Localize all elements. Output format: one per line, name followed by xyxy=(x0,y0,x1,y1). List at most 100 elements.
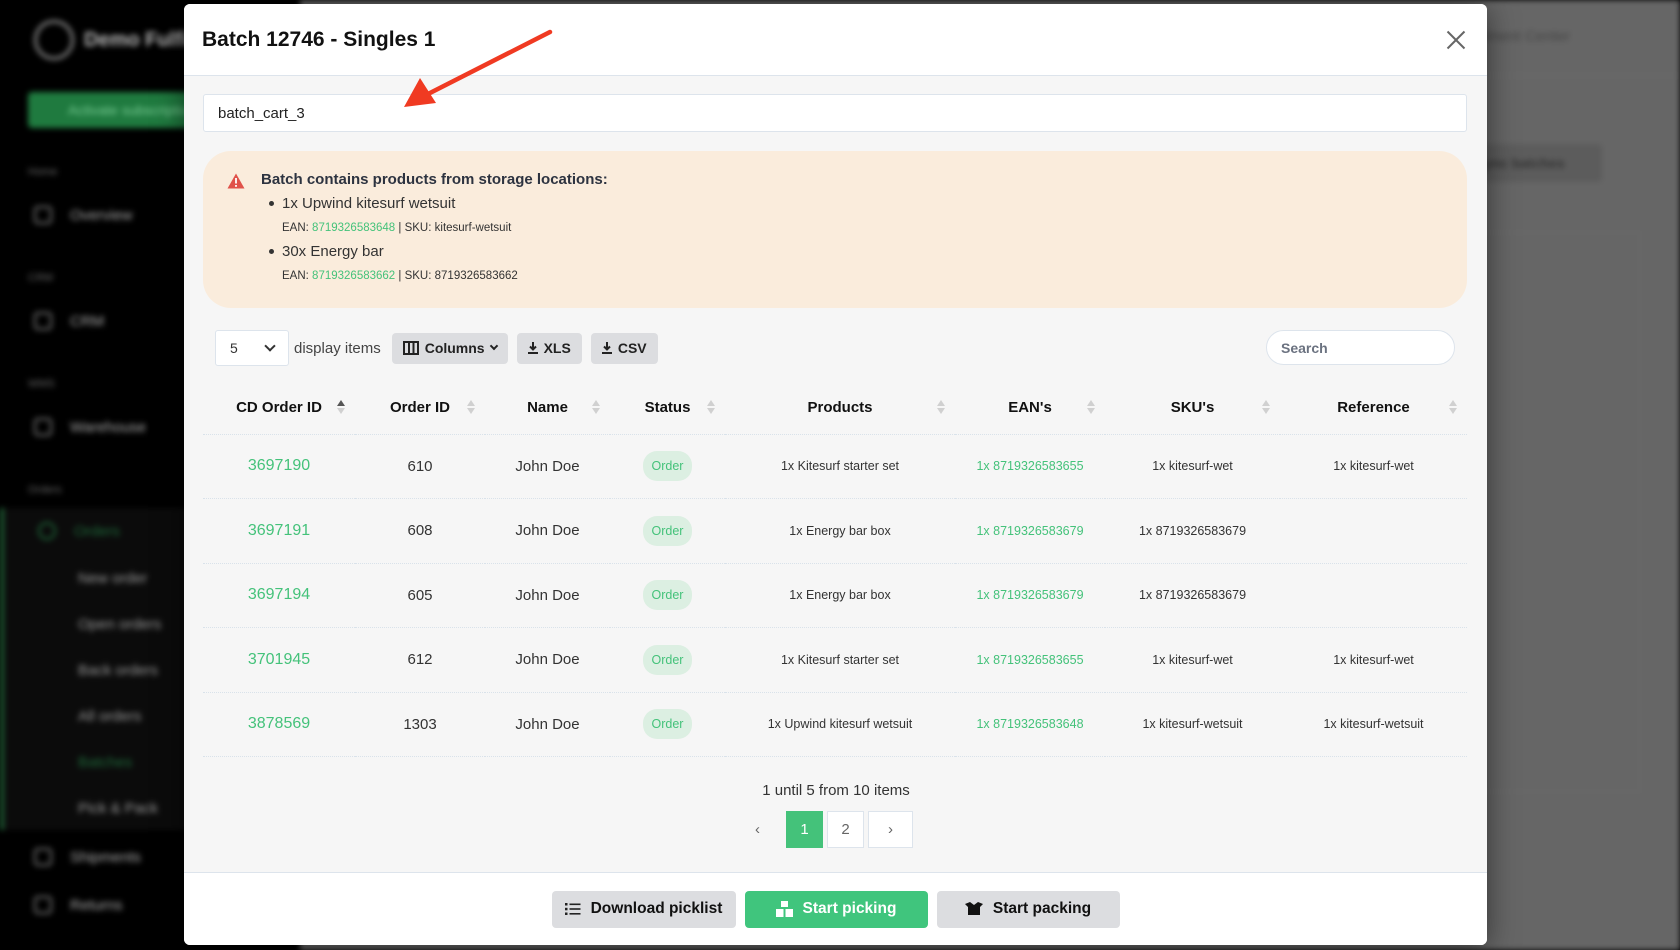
close-icon[interactable] xyxy=(1443,27,1469,53)
ean-link[interactable]: 1x 8719326583679 xyxy=(976,524,1083,538)
cell-status: Order xyxy=(610,692,725,757)
column-header-label: CD Order ID xyxy=(236,399,322,417)
cell-skus: 1x kitesurf-wetsuit xyxy=(1105,692,1280,757)
column-header-label: Reference xyxy=(1337,399,1410,417)
cell-order-id: 610 xyxy=(355,434,485,499)
sku-label: | SKU: xyxy=(398,270,432,282)
page-button-2[interactable]: 2 xyxy=(827,811,864,848)
skus-value: 1x 8719326583679 xyxy=(1138,588,1247,603)
cell-status: Order xyxy=(610,563,725,628)
skus-value: 1x 8719326583679 xyxy=(1138,523,1247,538)
columns-label: Columns xyxy=(424,340,485,356)
name-value: John Doe xyxy=(515,457,580,475)
sort-icon[interactable] xyxy=(937,400,945,416)
name-value: John Doe xyxy=(515,522,580,540)
cell-cd-order-id: 3701945 xyxy=(203,627,355,693)
ean-link[interactable]: 1x 8719326583655 xyxy=(976,459,1083,473)
table-row[interactable]: 3878569 1303 John Doe Order 1x Upwind kitesu… xyxy=(203,692,1467,757)
cell-products: 1x Kitesurf starter set xyxy=(725,434,955,499)
cell-status: Order xyxy=(610,434,725,499)
cell-products: 1x Upwind kitesurf wetsuit xyxy=(725,692,955,757)
column-header[interactable]: EAN's xyxy=(955,382,1105,435)
start-packing-button[interactable]: Start packing xyxy=(936,890,1120,928)
export-csv-button[interactable]: CSV xyxy=(590,332,658,364)
page-button-1[interactable]: 1 xyxy=(786,811,823,848)
sort-icon[interactable] xyxy=(337,400,345,416)
next-page-button[interactable]: › xyxy=(868,811,913,848)
page-size-select[interactable]: 5 xyxy=(215,330,289,366)
skus-value: 1x kitesurf-wetsuit xyxy=(1142,717,1243,732)
modal-title: Batch 12746 - Singles 1 xyxy=(202,27,436,51)
boxes-icon xyxy=(775,901,793,917)
columns-button[interactable]: Columns xyxy=(391,332,508,364)
name-value: John Doe xyxy=(515,651,580,669)
ean-link[interactable]: 8719326583648 xyxy=(312,222,395,234)
cd-order-link[interactable]: 3697194 xyxy=(248,586,310,603)
cell-name: John Doe xyxy=(485,498,610,564)
column-header[interactable]: Order ID xyxy=(355,382,485,435)
start-picking-button[interactable]: Start picking xyxy=(744,890,928,928)
table-row[interactable]: 3697190 610 John Doe Order 1x Kitesurf start… xyxy=(203,434,1467,499)
batch-orders-table: CD Order ID Order ID Name Status Products EAN… xyxy=(203,382,1467,757)
sort-icon[interactable] xyxy=(592,400,600,416)
order-id-value: 608 xyxy=(407,522,433,540)
column-header-label: Name xyxy=(527,399,568,417)
cd-order-link[interactable]: 3697190 xyxy=(248,457,310,474)
column-header[interactable]: Reference xyxy=(1280,382,1467,435)
sort-icon[interactable] xyxy=(467,400,475,416)
column-header[interactable]: SKU's xyxy=(1105,382,1280,435)
cell-name: John Doe xyxy=(485,434,610,499)
column-header[interactable]: Status xyxy=(610,382,725,435)
display-items-label: display items xyxy=(294,339,381,357)
status-badge: Order xyxy=(642,515,693,546)
cell-name: John Doe xyxy=(485,627,610,693)
column-header[interactable]: CD Order ID xyxy=(203,382,355,435)
start-picking-label: Start picking xyxy=(802,900,897,917)
cell-eans: 1x 8719326583655 xyxy=(955,434,1105,499)
chevron-down-icon xyxy=(264,340,276,352)
cell-order-id: 608 xyxy=(355,498,485,564)
table-row[interactable]: 3701945 612 John Doe Order 1x Kitesurf start… xyxy=(203,627,1467,693)
ean-link[interactable]: 1x 8719326583648 xyxy=(976,717,1083,731)
products-value: 1x Energy bar box xyxy=(789,523,891,538)
ean-link[interactable]: 8719326583662 xyxy=(312,270,395,282)
cd-order-link[interactable]: 3701945 xyxy=(248,651,310,668)
sku-label: | SKU: xyxy=(398,222,432,234)
sku-value: kitesurf-wetsuit xyxy=(434,222,512,234)
table-row[interactable]: 3697191 608 John Doe Order 1x Energy bar box… xyxy=(203,498,1467,564)
column-header[interactable]: Products xyxy=(725,382,955,435)
columns-icon xyxy=(402,341,419,355)
column-header-label: SKU's xyxy=(1170,399,1215,417)
reference-value: 1x kitesurf-wetsuit xyxy=(1323,717,1424,732)
cart-input[interactable] xyxy=(203,94,1467,132)
export-xls-button[interactable]: XLS xyxy=(516,332,582,364)
cell-reference xyxy=(1280,563,1467,628)
xls-label: XLS xyxy=(543,340,571,356)
alert-content: Batch contains products from storage loc… xyxy=(261,171,608,288)
column-header[interactable]: Name xyxy=(485,382,610,435)
search-input[interactable] xyxy=(1266,330,1455,365)
ean-link[interactable]: 1x 8719326583679 xyxy=(976,588,1083,602)
cd-order-link[interactable]: 3878569 xyxy=(248,715,310,732)
pagination: ‹ 1 2 › xyxy=(184,811,1469,848)
sort-icon[interactable] xyxy=(707,400,715,416)
cd-order-link[interactable]: 3697191 xyxy=(248,522,310,539)
ean-link[interactable]: 1x 8719326583655 xyxy=(976,653,1083,667)
cell-name: John Doe xyxy=(485,563,610,628)
download-icon xyxy=(527,342,538,354)
sort-icon[interactable] xyxy=(1449,400,1457,416)
page-size-value: 5 xyxy=(230,340,238,356)
download-picklist-button[interactable]: Download picklist xyxy=(551,890,736,928)
sort-icon[interactable] xyxy=(1087,400,1095,416)
sort-icon[interactable] xyxy=(1262,400,1270,416)
previous-page-button[interactable]: ‹ xyxy=(739,811,776,848)
order-id-value: 612 xyxy=(407,651,433,669)
modal-body: Batch contains products from storage loc… xyxy=(184,76,1487,848)
table-row[interactable]: 3697194 605 John Doe Order 1x Energy bar box… xyxy=(203,563,1467,628)
cell-reference xyxy=(1280,498,1467,564)
cell-products: 1x Energy bar box xyxy=(725,563,955,628)
list-icon xyxy=(564,903,581,915)
cell-reference: 1x kitesurf-wetsuit xyxy=(1280,692,1467,757)
alert-meta: EAN: 8719326583648 | SKU: kitesurf-wetsu… xyxy=(282,216,608,240)
table-header-row: CD Order ID Order ID Name Status Products EAN… xyxy=(203,382,1467,435)
